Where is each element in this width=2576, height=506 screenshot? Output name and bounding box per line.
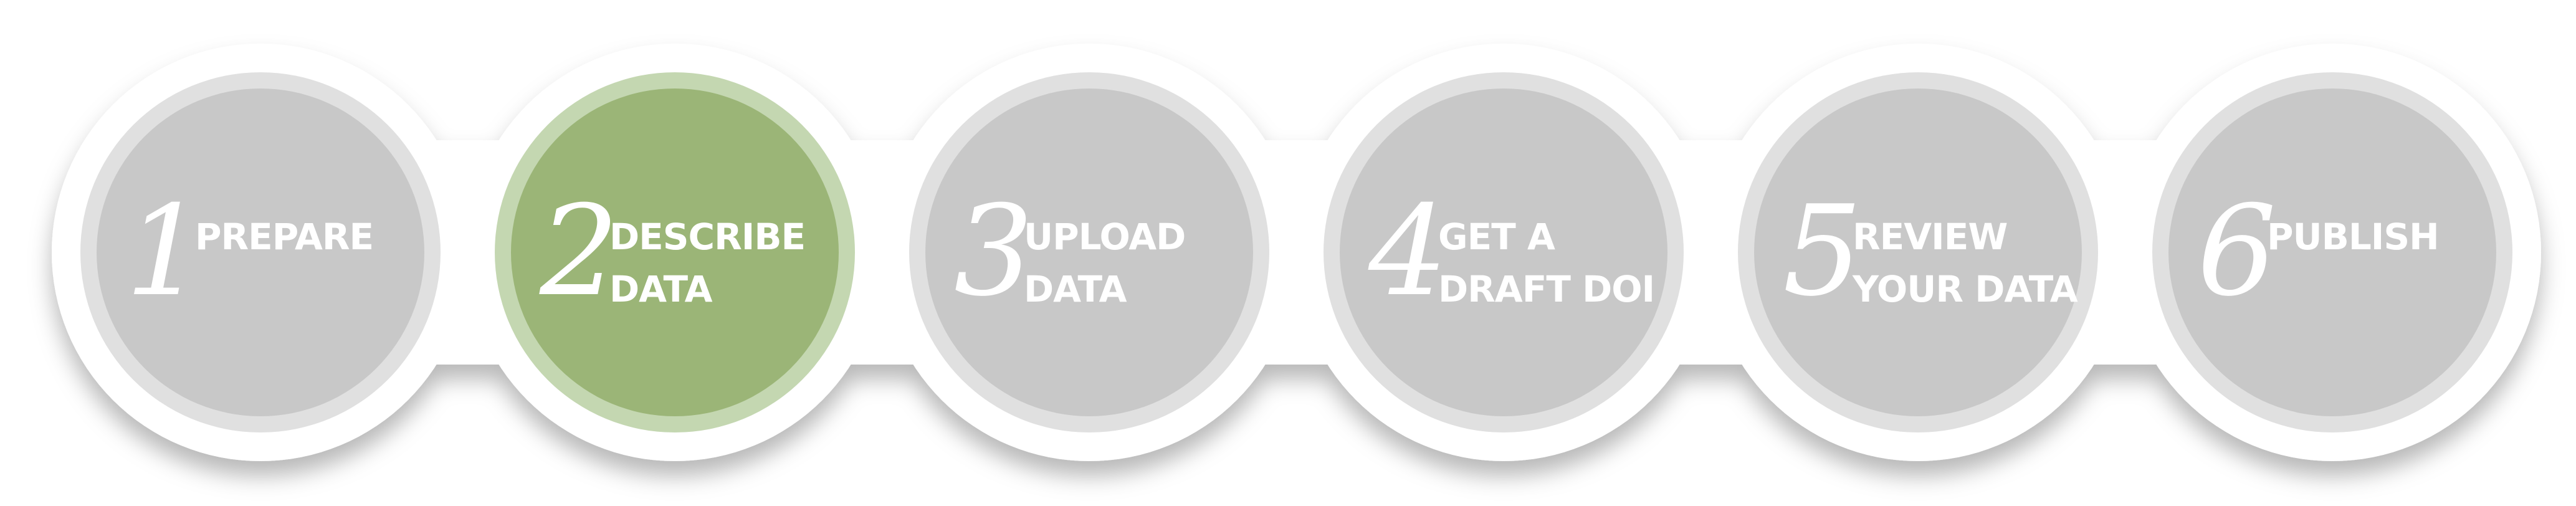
step-label: REVIEW YOUR DATA [1853,211,2102,315]
step-label: UPLOAD DATA [1024,211,1273,315]
step-label-line2: DRAFT DOI [1438,268,1655,310]
step-label-line1: REVIEW [1853,216,2008,258]
step-number: 6 [2197,179,2277,324]
step-disc: 5 REVIEW YOUR DATA [1754,88,2082,416]
step-disc: 4 GET A DRAFT DOI [1340,88,1667,416]
step-disc: 6 PUBLISH [2168,88,2496,416]
step-4-get-draft-doi[interactable]: 4 GET A DRAFT DOI [1324,72,1684,432]
step-label-line2: DATA [1024,268,1127,310]
step-disc: 1 PREPARE [97,88,424,416]
step-label-line1: UPLOAD [1024,216,1186,258]
step-3-upload-data[interactable]: 3 UPLOAD DATA [909,72,1269,432]
step-number: 4 [1368,179,1448,324]
step-label: GET A DRAFT DOI [1438,211,1687,315]
step-disc: 3 UPLOAD DATA [925,88,1253,416]
step-label-line1: PREPARE [195,216,374,258]
workflow-stepper: 1 PREPARE 2 DESCRIBE DATA 3 UPLOAD DATA [0,0,2576,506]
step-disc: 2 DESCRIBE DATA [511,88,839,416]
step-number: 3 [954,179,1034,324]
step-label-line1: GET A [1438,216,1555,258]
step-2-describe-data[interactable]: 2 DESCRIBE DATA [495,72,855,432]
step-1-prepare[interactable]: 1 PREPARE [80,72,441,432]
step-5-review-your-data[interactable]: 5 REVIEW YOUR DATA [1738,72,2098,432]
step-label-line2: DATA [609,268,712,310]
step-6-publish[interactable]: 6 PUBLISH [2152,72,2512,432]
step-label-line1: DESCRIBE [609,216,806,258]
step-number: 1 [125,179,205,324]
step-number: 5 [1783,179,1863,324]
step-label: DESCRIBE DATA [609,211,859,315]
step-label: PREPARE [195,211,444,263]
step-label-line2: YOUR DATA [1853,268,2078,310]
step-number: 2 [540,179,619,324]
step-label-line1: PUBLISH [2267,216,2440,258]
step-label: PUBLISH [2267,211,2516,263]
